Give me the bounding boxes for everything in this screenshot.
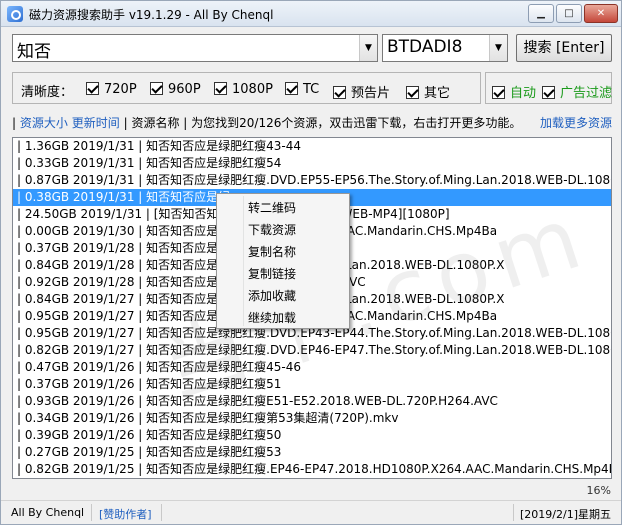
- checkbox-check-icon: [542, 86, 555, 99]
- magnet-app-icon: [7, 6, 23, 22]
- site-select[interactable]: BTDADI8 ▼: [382, 34, 508, 62]
- list-item[interactable]: | 0.82GB 2019/1/25 | 知否知否应是绿肥红瘦.EP46-EP4…: [13, 461, 611, 478]
- status-separator: [91, 504, 92, 521]
- list-item[interactable]: | 0.47GB 2019/1/26 | 知否知否应是绿肥红瘦45-46: [13, 359, 611, 376]
- resolution-filter-panel: 清晰度： 720P 960P 1080P TC 预告片 其它: [12, 72, 481, 104]
- checkbox-check-icon: [86, 82, 99, 95]
- status-separator: [161, 504, 162, 521]
- checkbox-trailer[interactable]: 预告片: [333, 82, 390, 101]
- minimize-button[interactable]: ▁: [528, 4, 554, 23]
- checkbox-check-icon: [285, 82, 298, 95]
- status-date: [2019/2/1]星期五: [520, 508, 611, 521]
- search-button[interactable]: 搜索 [Enter]: [516, 34, 612, 62]
- menu-item-qrcode[interactable]: 转二维码: [248, 199, 296, 216]
- list-item[interactable]: | 0.33GB 2019/1/31 | 知否知否应是绿肥红瘦54: [13, 155, 611, 172]
- search-dropdown-arrow-icon[interactable]: ▼: [359, 35, 377, 61]
- info-bar: | 资源大小 更新时间 | 资源名称 | 为您找到20/126个资源，双击迅雷下…: [12, 114, 612, 131]
- menu-item-copy-name[interactable]: 复制名称: [248, 243, 296, 260]
- search-input[interactable]: 知否 ▼: [12, 34, 378, 62]
- resource-name-column: 资源名称: [131, 116, 180, 130]
- load-more-link[interactable]: 加载更多资源: [540, 114, 612, 131]
- checkbox-960p[interactable]: 960P: [150, 82, 201, 97]
- checkbox-tc[interactable]: TC: [285, 82, 319, 97]
- checkbox-720p[interactable]: 720P: [86, 82, 137, 97]
- list-item[interactable]: | 0.39GB 2019/1/26 | 知否知否应是绿肥红瘦50: [13, 427, 611, 444]
- site-dropdown-arrow-icon[interactable]: ▼: [489, 35, 507, 61]
- checkbox-check-icon: [333, 86, 346, 99]
- app-window: 磁力资源搜索助手 v19.1.29 - All By Chenql ▁ □ ✕ …: [0, 0, 622, 525]
- checkbox-check-icon: [214, 82, 227, 95]
- progress-percent: 16%: [586, 484, 611, 497]
- auto-filter-panel: 自动 广告过滤: [485, 72, 612, 104]
- list-item[interactable]: | 0.87GB 2019/1/31 | 知否知否应是绿肥红瘦.DVD.EP55…: [13, 172, 611, 189]
- context-menu: 转二维码 下载资源 复制名称 复制链接 添加收藏 继续加载: [216, 193, 350, 329]
- checkbox-other[interactable]: 其它: [406, 82, 450, 101]
- resolution-label: 清晰度：: [21, 85, 74, 100]
- maximize-button[interactable]: □: [556, 4, 582, 23]
- list-item[interactable]: | 0.82GB 2019/1/27 | 知否知否应是绿肥红瘦.DVD.EP46…: [13, 342, 611, 359]
- list-item[interactable]: | 0.27GB 2019/1/25 | 知否知否应是绿肥红瘦53: [13, 444, 611, 461]
- close-button[interactable]: ✕: [584, 4, 618, 23]
- menu-item-copy-link[interactable]: 复制链接: [248, 265, 296, 282]
- search-query: 知否: [17, 42, 51, 62]
- checkbox-check-icon: [406, 86, 419, 99]
- checkbox-ad-filter[interactable]: 广告过滤: [542, 82, 612, 101]
- sort-by-time-link[interactable]: 更新时间: [72, 116, 120, 130]
- list-item[interactable]: | 0.37GB 2019/1/26 | 知否知否应是绿肥红瘦51: [13, 376, 611, 393]
- list-item[interactable]: | 0.93GB 2019/1/26 | 知否知否应是绿肥红瘦E51-E52.2…: [13, 393, 611, 410]
- status-separator: [513, 504, 514, 521]
- sort-by-size-link[interactable]: 资源大小: [20, 116, 68, 130]
- title-bar[interactable]: 磁力资源搜索助手 v19.1.29 - All By Chenql ▁ □ ✕: [1, 1, 621, 27]
- menu-item-load-more[interactable]: 继续加载: [248, 309, 296, 326]
- status-credit: All By Chenql: [11, 506, 85, 519]
- menu-item-download[interactable]: 下载资源: [248, 221, 296, 238]
- window-title: 磁力资源搜索助手 v19.1.29 - All By Chenql: [29, 8, 274, 22]
- result-count-message: 为您找到20/126个资源，双击迅雷下载，右击打开更多功能。: [191, 116, 522, 130]
- checkbox-check-icon: [492, 86, 505, 99]
- list-item[interactable]: | 0.34GB 2019/1/26 | 知否知否应是绿肥红瘦第53集超清(72…: [13, 410, 611, 427]
- checkbox-auto[interactable]: 自动: [492, 82, 536, 101]
- site-value: BTDADI8: [387, 37, 463, 57]
- menu-item-add-favorite[interactable]: 添加收藏: [248, 287, 296, 304]
- list-item[interactable]: | 1.36GB 2019/1/31 | 知否知否应是绿肥红瘦43-44: [13, 138, 611, 155]
- checkbox-1080p[interactable]: 1080P: [214, 82, 273, 97]
- checkbox-check-icon: [150, 82, 163, 95]
- status-bar: All By Chenql [赞助作者] [2019/2/1]星期五: [1, 500, 621, 524]
- menu-gutter: [243, 196, 244, 326]
- sponsor-author-link[interactable]: [赞助作者]: [99, 506, 152, 522]
